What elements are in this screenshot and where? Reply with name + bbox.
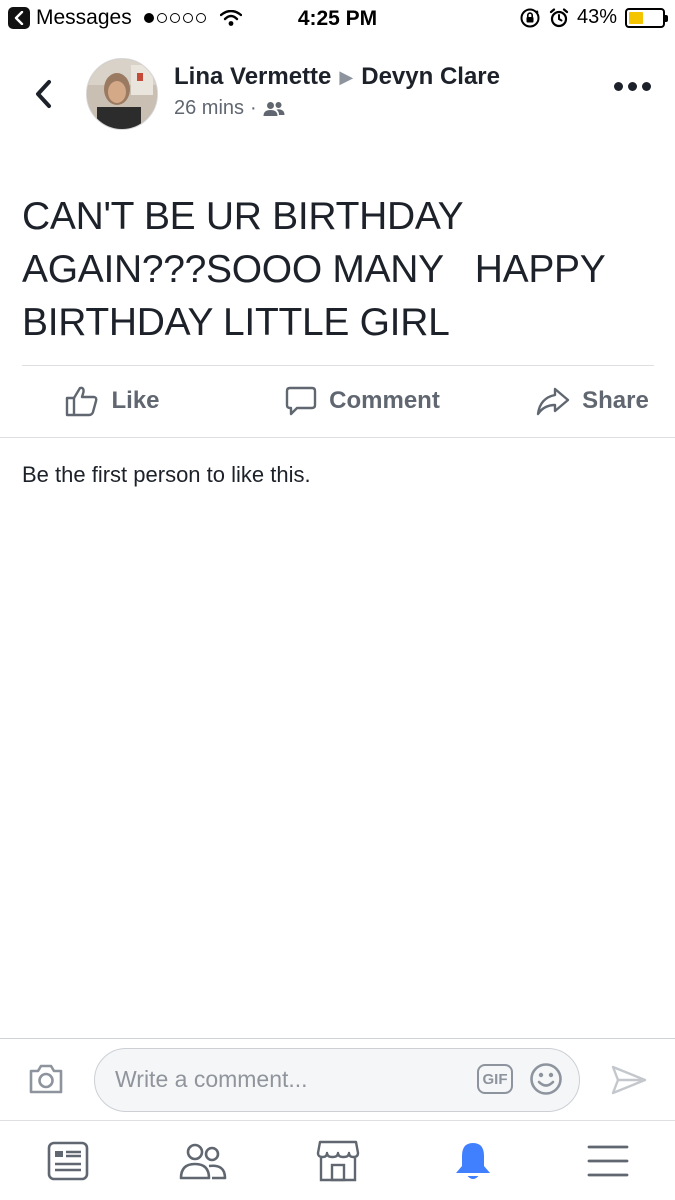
thumbs-up-icon xyxy=(66,386,98,417)
comment-composer: GIF xyxy=(0,1038,675,1120)
gif-button[interactable]: GIF xyxy=(477,1064,513,1094)
camera-icon xyxy=(29,1064,63,1094)
tab-friends[interactable] xyxy=(163,1131,243,1191)
post-text: CAN'T BE UR BIRTHDAY AGAIN???SOOO MANY H… xyxy=(22,195,606,344)
tab-bar xyxy=(0,1120,675,1200)
comment-label: Comment xyxy=(329,387,440,414)
share-arrow-icon xyxy=(536,387,570,416)
battery-percentage: 43% xyxy=(576,6,617,28)
post-timestamp[interactable]: 26 mins xyxy=(174,97,244,120)
menu-icon xyxy=(587,1145,628,1176)
rotation-lock-icon xyxy=(520,8,540,27)
post-meta: 26 mins · xyxy=(174,97,285,120)
news-feed-icon xyxy=(47,1141,88,1180)
marketplace-icon xyxy=(316,1140,359,1181)
battery-icon xyxy=(625,7,668,28)
tab-notifications[interactable] xyxy=(433,1131,513,1191)
recipient-name[interactable]: Devyn Clare xyxy=(361,63,500,91)
tab-menu[interactable] xyxy=(568,1131,648,1191)
alarm-icon xyxy=(549,7,569,27)
divider xyxy=(0,437,675,438)
chevron-left-icon[interactable] xyxy=(34,79,52,109)
send-button[interactable] xyxy=(611,1064,647,1101)
post-header: Lina Vermette ▶ Devyn Clare 26 mins · xyxy=(0,52,675,142)
tab-marketplace[interactable] xyxy=(298,1131,378,1191)
avatar-photo xyxy=(87,59,157,129)
author-line: Lina Vermette ▶ Devyn Clare xyxy=(174,63,500,91)
notifications-icon xyxy=(455,1142,490,1179)
send-icon xyxy=(611,1065,647,1095)
comment-button[interactable]: Comment xyxy=(225,366,450,436)
emoji-button[interactable] xyxy=(529,1062,563,1101)
like-label: Like xyxy=(111,387,160,414)
likes-summary: Be the first person to like this. xyxy=(22,462,311,487)
friends-icon xyxy=(263,101,285,116)
friends-icon xyxy=(179,1143,226,1179)
status-bar: Messages 4:25 PM 43% xyxy=(0,0,675,38)
share-button[interactable]: Share xyxy=(450,366,675,436)
comment-field[interactable]: GIF xyxy=(94,1048,580,1112)
status-right: 43% xyxy=(519,6,668,29)
to-arrow-icon: ▶ xyxy=(339,66,354,87)
back-button[interactable] xyxy=(26,74,60,114)
avatar[interactable] xyxy=(86,58,158,130)
camera-button[interactable] xyxy=(28,1063,64,1100)
smiley-icon xyxy=(530,1063,562,1095)
share-label: Share xyxy=(582,387,649,414)
more-options-icon[interactable] xyxy=(614,82,651,91)
meta-separator: · xyxy=(250,97,257,119)
author-name[interactable]: Lina Vermette xyxy=(174,63,331,91)
comment-input[interactable] xyxy=(115,1049,465,1110)
comment-icon xyxy=(285,386,317,416)
tab-news-feed[interactable] xyxy=(28,1131,108,1191)
like-button[interactable]: Like xyxy=(0,366,225,436)
action-bar: Like Comment Share xyxy=(0,366,675,436)
